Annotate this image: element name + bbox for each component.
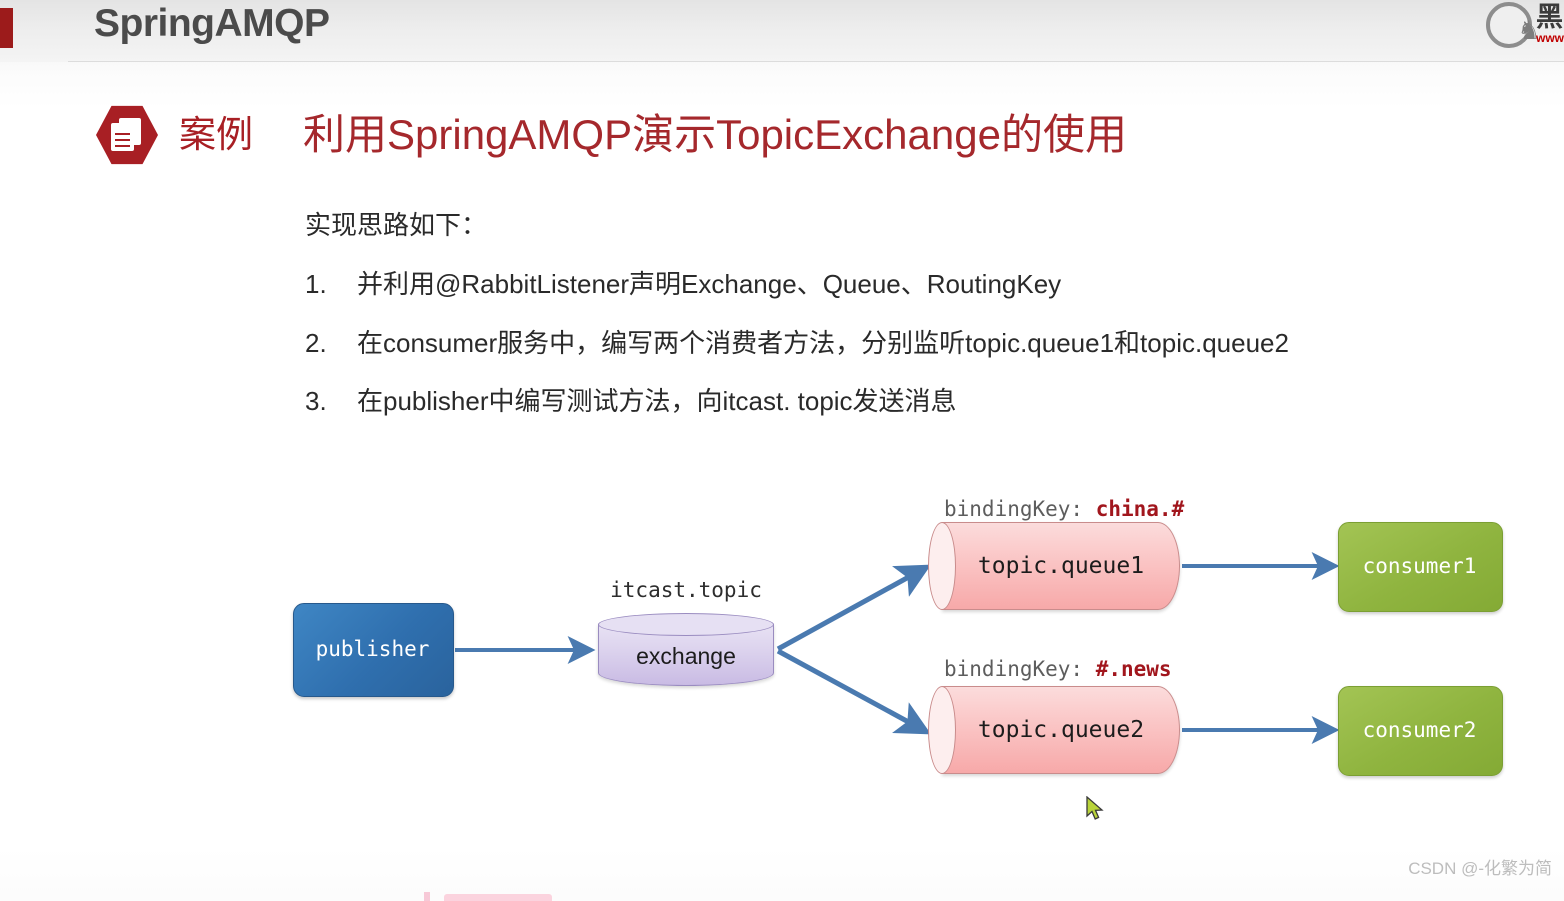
binding-key-prefix: bindingKey: <box>944 497 1096 521</box>
queue1-node: topic.queue1 <box>928 522 1180 610</box>
mouse-pointer-icon <box>1086 796 1104 820</box>
exchange-caption: itcast.topic <box>610 578 762 602</box>
arrow-exchange-to-queue2 <box>776 648 932 735</box>
queue2-label: topic.queue2 <box>977 717 1145 743</box>
queue1-label: topic.queue1 <box>977 553 1145 579</box>
binding-key-prefix: bindingKey: <box>944 657 1096 681</box>
diagram-arrows <box>455 552 1340 744</box>
publisher-label: publisher <box>315 637 430 661</box>
next-slide-peek-bar <box>424 892 430 901</box>
consumer1-label: consumer1 <box>1362 554 1477 578</box>
next-slide-peek-block <box>444 894 552 901</box>
binding-key-value: china.# <box>1095 497 1185 521</box>
binding-key-value: #.news <box>1095 657 1172 681</box>
arrow-exchange-to-queue1 <box>776 564 932 652</box>
queue2-node: topic.queue2 <box>928 686 1180 774</box>
csdn-watermark: CSDN @-化繁为简 <box>1408 859 1552 878</box>
topic-exchange-diagram: publisher itcast.topic exchange bindingK… <box>0 0 1564 901</box>
binding-key-queue1: bindingKey: china.# <box>944 497 1184 521</box>
binding-key-queue2: bindingKey: #.news <box>944 657 1172 681</box>
consumer2-label: consumer2 <box>1362 718 1477 742</box>
slide: SpringAMQP ♞ 黑 www 案例 利用SpringAMQP演示Topi… <box>0 0 1564 901</box>
exchange-label: exchange <box>636 643 736 669</box>
